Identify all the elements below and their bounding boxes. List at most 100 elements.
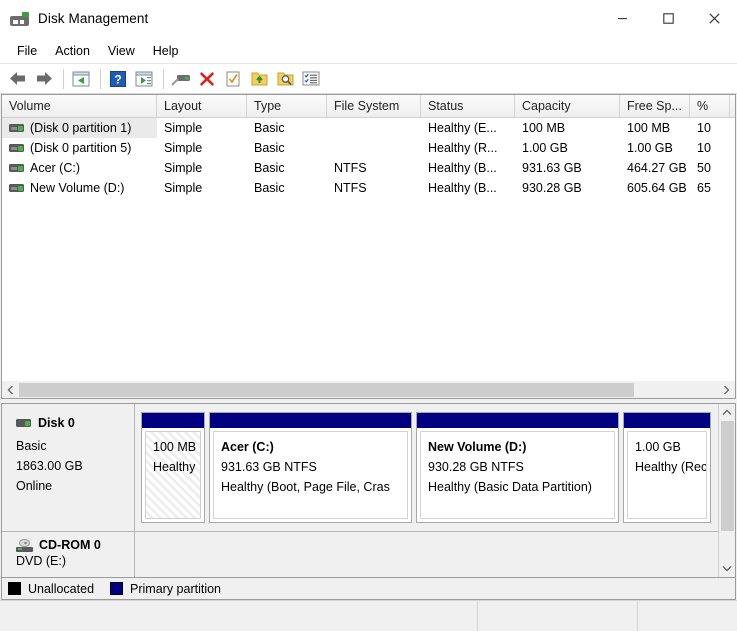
horizontal-scroll-track[interactable] bbox=[19, 381, 718, 398]
column-header-capacity[interactable]: Capacity bbox=[515, 95, 620, 117]
title-bar: Disk Management bbox=[0, 0, 737, 38]
minimize-button[interactable] bbox=[599, 0, 645, 37]
close-button[interactable] bbox=[691, 0, 737, 37]
toolbar-separator bbox=[163, 68, 164, 89]
partition-label: New Volume (D:) bbox=[428, 440, 527, 454]
new-folder-icon[interactable] bbox=[247, 67, 271, 91]
partition-body: 1.00 GB Healthy (Recc bbox=[627, 431, 707, 519]
show-hide-console-tree-icon[interactable] bbox=[132, 67, 156, 91]
cell-capacity: 930.28 GB bbox=[522, 181, 582, 195]
rescan-disks-icon[interactable] bbox=[221, 67, 245, 91]
volume-icon bbox=[9, 184, 24, 192]
forward-arrow-icon[interactable] bbox=[32, 67, 56, 91]
partition-status: Healthy (Basic Data Partition) bbox=[428, 480, 592, 494]
cell-volume[interactable]: (Disk 0 partition 1) bbox=[2, 118, 157, 138]
table-row[interactable]: (Disk 0 partition 1) Simple Basic Health… bbox=[2, 118, 735, 138]
partition-body: New Volume (D:) 930.28 GB NTFS Healthy (… bbox=[420, 431, 615, 519]
cell-percent: 10 bbox=[697, 141, 711, 155]
disk-info-cdrom0[interactable]: CD-ROM 0 DVD (E:) bbox=[2, 532, 135, 577]
menu-bar: File Action View Help bbox=[0, 38, 737, 64]
up-one-level-icon[interactable] bbox=[69, 67, 93, 91]
column-header-percent[interactable]: % bbox=[690, 95, 730, 117]
status-pane-2 bbox=[478, 601, 638, 631]
partition-recovery-100mb[interactable]: 100 MB Healthy bbox=[141, 412, 205, 523]
properties-icon[interactable] bbox=[169, 67, 193, 91]
disk-state: Online bbox=[16, 479, 53, 493]
column-header-status[interactable]: Status bbox=[421, 95, 515, 117]
partition-strip-disk0: 100 MB Healthy Acer (C:) 931.63 GB NTFS … bbox=[135, 404, 718, 531]
disk-icon bbox=[16, 419, 31, 427]
disk-management-icon bbox=[10, 11, 30, 27]
table-row[interactable]: Acer (C:) Simple Basic NTFS Healthy (B..… bbox=[2, 158, 735, 178]
disk-info-disk0[interactable]: Disk 0 Basic 1863.00 GB Online bbox=[2, 404, 135, 531]
column-header-file-system[interactable]: File System bbox=[327, 95, 421, 117]
svg-text:?: ? bbox=[114, 72, 121, 86]
horizontal-scroll-thumb[interactable] bbox=[19, 382, 634, 397]
partition-body: 100 MB Healthy bbox=[145, 431, 201, 519]
disk-name: Disk 0 bbox=[38, 416, 75, 430]
volume-list-horizontal-scrollbar[interactable] bbox=[1, 381, 736, 399]
partition-acer-c[interactable]: Acer (C:) 931.63 GB NTFS Healthy (Boot, … bbox=[209, 412, 412, 523]
cell-type: Basic bbox=[254, 121, 285, 135]
partition-size: 100 MB bbox=[153, 440, 197, 454]
partition-color-bar bbox=[624, 413, 710, 428]
partition-new-volume-d[interactable]: New Volume (D:) 930.28 GB NTFS Healthy (… bbox=[416, 412, 619, 523]
cell-free-space: 1.00 GB bbox=[627, 141, 673, 155]
cell-status: Healthy (B... bbox=[428, 161, 497, 175]
delete-icon[interactable] bbox=[195, 67, 219, 91]
disk-title: Disk 0 bbox=[16, 416, 134, 430]
scroll-right-arrow-icon[interactable] bbox=[718, 381, 735, 398]
list-view-icon[interactable] bbox=[299, 67, 323, 91]
disk-list: Disk 0 Basic 1863.00 GB Online 100 MB He… bbox=[2, 404, 718, 577]
cell-layout: Simple bbox=[164, 161, 203, 175]
partition-legend: Unallocated Primary partition bbox=[1, 578, 736, 600]
cell-free-space: 464.27 GB bbox=[627, 161, 687, 175]
legend-item-primary-partition: Primary partition bbox=[110, 582, 221, 596]
volume-list-rows: (Disk 0 partition 1) Simple Basic Health… bbox=[2, 118, 735, 381]
disk-row-cdrom0[interactable]: CD-ROM 0 DVD (E:) bbox=[2, 532, 718, 577]
cell-percent: 10 bbox=[697, 121, 711, 135]
scroll-up-arrow-icon[interactable] bbox=[719, 404, 736, 421]
disk-size: 1863.00 GB bbox=[16, 459, 83, 473]
search-folder-icon[interactable] bbox=[273, 67, 297, 91]
cell-free-space: 605.64 GB bbox=[627, 181, 687, 195]
disk-pane-vertical-scrollbar[interactable] bbox=[718, 404, 735, 577]
menu-item-action[interactable]: Action bbox=[46, 41, 99, 61]
cell-volume[interactable]: Acer (C:) bbox=[2, 158, 157, 178]
column-header-volume[interactable]: Volume bbox=[2, 95, 157, 117]
column-header-free-space[interactable]: Free Sp... bbox=[620, 95, 690, 117]
maximize-button[interactable] bbox=[645, 0, 691, 37]
cell-volume[interactable]: (Disk 0 partition 5) bbox=[2, 138, 157, 158]
partition-label: Acer (C:) bbox=[221, 440, 274, 454]
cell-type: Basic bbox=[254, 181, 285, 195]
partition-recovery-1gb[interactable]: 1.00 GB Healthy (Recc bbox=[623, 412, 711, 523]
vertical-scroll-thumb[interactable] bbox=[720, 421, 734, 531]
cell-layout: Simple bbox=[164, 141, 203, 155]
cell-status: Healthy (E... bbox=[428, 121, 497, 135]
cell-volume-label: Acer (C:) bbox=[30, 161, 80, 175]
partition-color-bar bbox=[210, 413, 411, 428]
column-header-type[interactable]: Type bbox=[247, 95, 327, 117]
disk-row-disk0[interactable]: Disk 0 Basic 1863.00 GB Online 100 MB He… bbox=[2, 404, 718, 532]
partition-size: 1.00 GB bbox=[635, 440, 681, 454]
cell-status: Healthy (B... bbox=[428, 181, 497, 195]
scroll-down-arrow-icon[interactable] bbox=[719, 560, 736, 577]
menu-item-file[interactable]: File bbox=[8, 41, 46, 61]
cell-layout: Simple bbox=[164, 121, 203, 135]
cell-status: Healthy (R... bbox=[428, 141, 498, 155]
help-icon[interactable]: ? bbox=[106, 67, 130, 91]
window-controls bbox=[599, 0, 737, 37]
table-row[interactable]: New Volume (D:) Simple Basic NTFS Health… bbox=[2, 178, 735, 198]
cell-volume-label: (Disk 0 partition 1) bbox=[30, 121, 132, 135]
back-arrow-icon[interactable] bbox=[6, 67, 30, 91]
volume-list-header: Volume Layout Type File System Status Ca… bbox=[2, 95, 735, 118]
column-header-layout[interactable]: Layout bbox=[157, 95, 247, 117]
partition-body: Acer (C:) 931.63 GB NTFS Healthy (Boot, … bbox=[213, 431, 408, 519]
scroll-left-arrow-icon[interactable] bbox=[2, 381, 19, 398]
menu-item-view[interactable]: View bbox=[99, 41, 144, 61]
cdrom-media-area bbox=[135, 532, 718, 577]
menu-item-help[interactable]: Help bbox=[144, 41, 188, 61]
cell-volume[interactable]: New Volume (D:) bbox=[2, 178, 157, 198]
table-row[interactable]: (Disk 0 partition 5) Simple Basic Health… bbox=[2, 138, 735, 158]
vertical-scroll-track[interactable] bbox=[719, 421, 736, 560]
